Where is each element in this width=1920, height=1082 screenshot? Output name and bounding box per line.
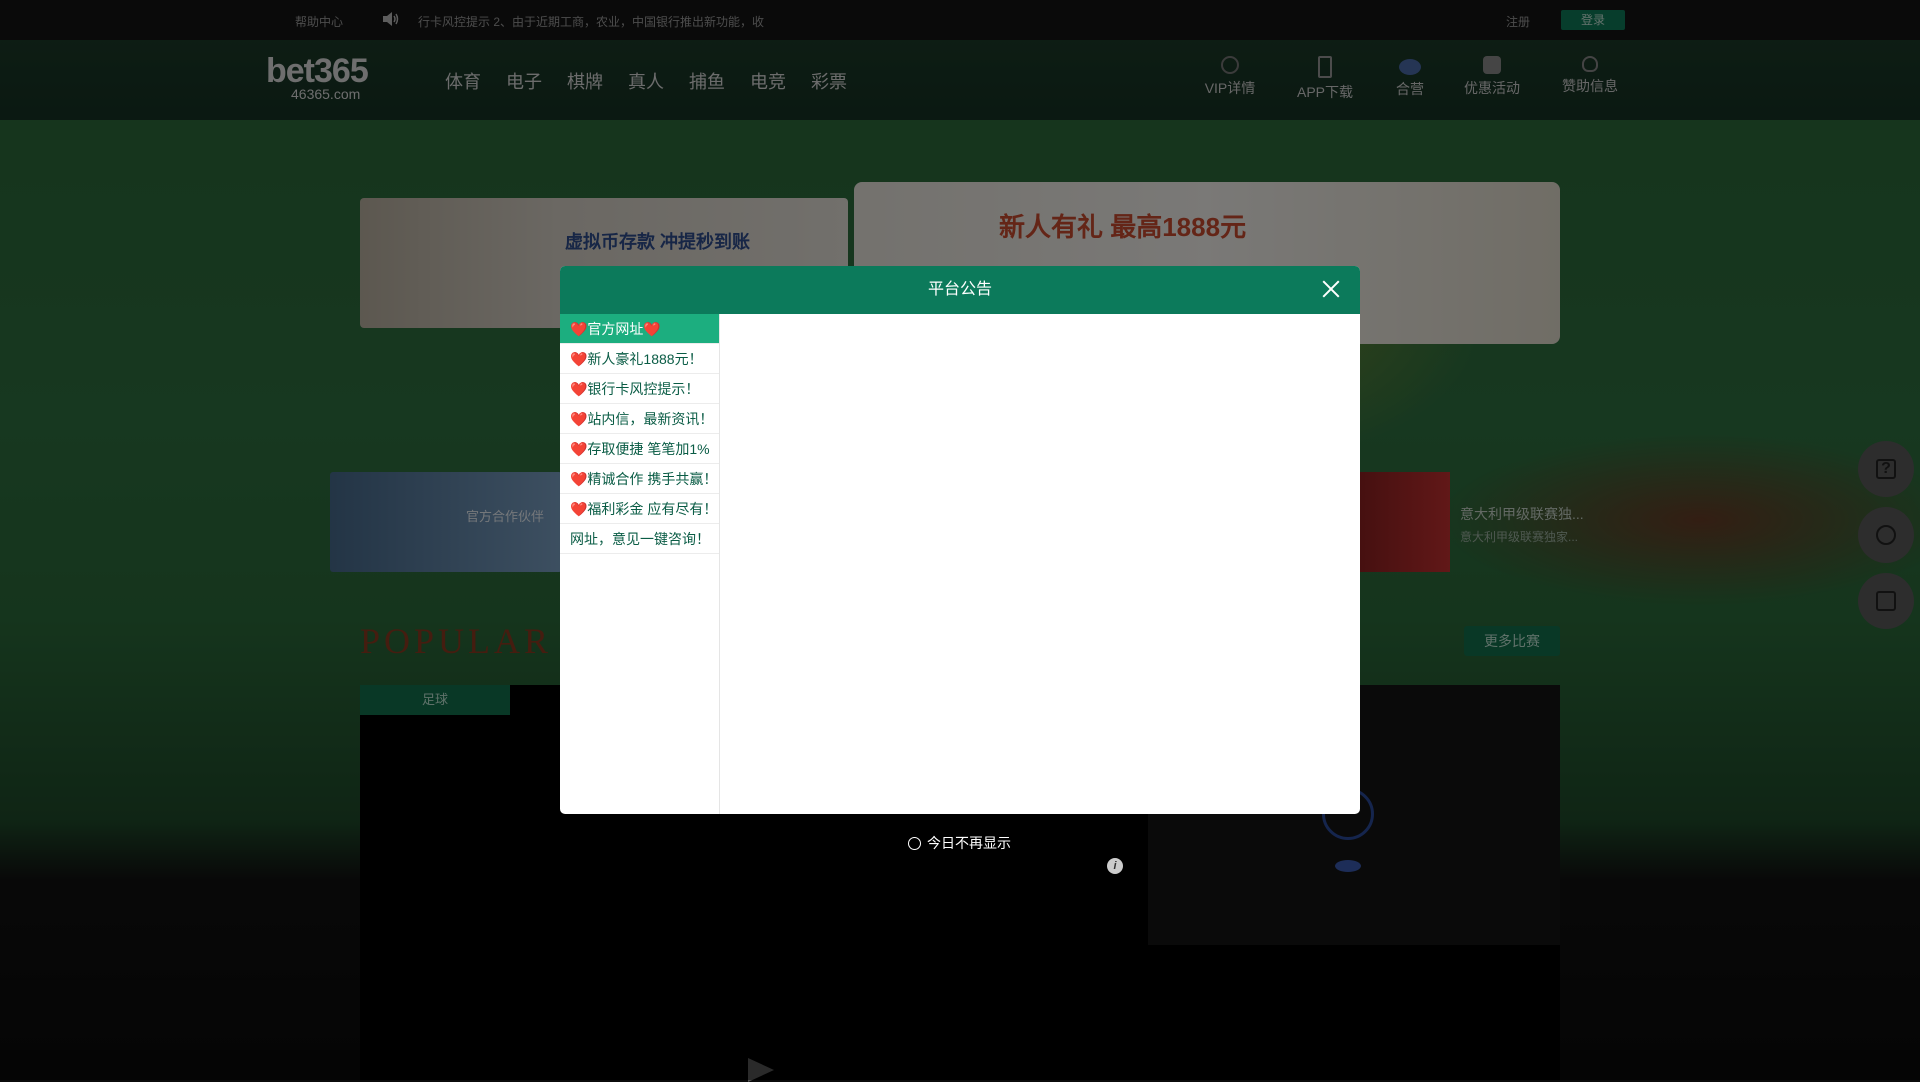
menu-item-site-message[interactable]: ❤️站内信，最新资讯！ (560, 404, 719, 434)
menu-item-welfare[interactable]: ❤️福利彩金 应有尽有！ (560, 494, 719, 524)
menu-item-bank-risk[interactable]: ❤️银行卡风控提示！ (560, 374, 719, 404)
announcement-content (721, 314, 1360, 814)
announcement-modal: 平台公告 ❤️官方网址❤️ ❤️新人豪礼1888元！ ❤️银行卡风控提示！ ❤️… (560, 266, 1360, 814)
menu-item-cooperation[interactable]: ❤️精诚合作 携手共赢！ (560, 464, 719, 494)
menu-item-official-site[interactable]: ❤️官方网址❤️ (560, 314, 719, 344)
announcement-menu: ❤️官方网址❤️ ❤️新人豪礼1888元！ ❤️银行卡风控提示！ ❤️站内信，最… (560, 314, 720, 814)
menu-item-consult[interactable]: 网址，意见一键咨询！ (560, 524, 719, 554)
dont-show-today-toggle[interactable]: 今日不再显示 (908, 833, 1011, 853)
dont-show-label: 今日不再显示 (927, 835, 1011, 851)
menu-item-deposit-bonus[interactable]: ❤️存取便捷 笔笔加1% (560, 434, 719, 464)
info-icon[interactable]: i (1107, 858, 1123, 874)
menu-item-new-user-gift[interactable]: ❤️新人豪礼1888元！ (560, 344, 719, 374)
modal-header: 平台公告 (560, 266, 1360, 314)
modal-title: 平台公告 (927, 281, 992, 298)
close-icon[interactable] (1320, 278, 1342, 300)
radio-icon[interactable] (908, 836, 921, 850)
